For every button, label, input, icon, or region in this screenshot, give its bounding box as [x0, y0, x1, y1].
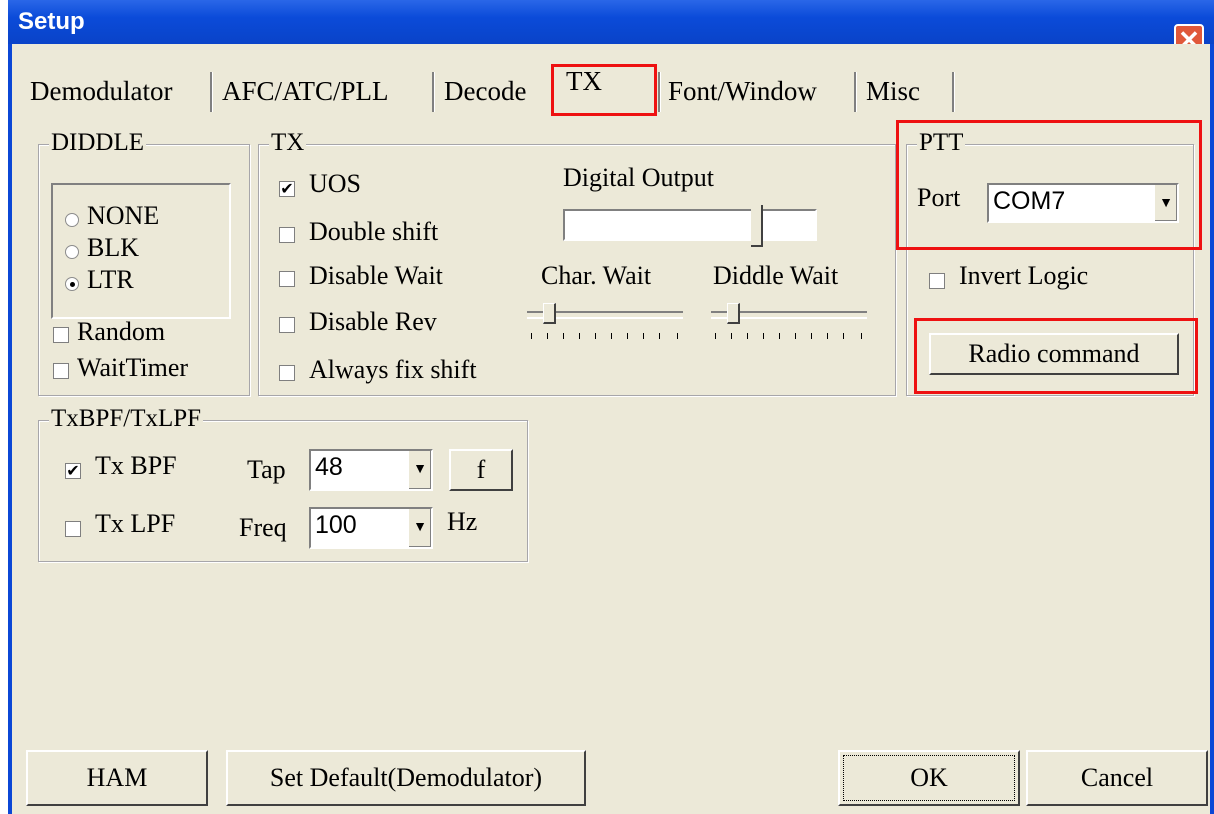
tap-combobox[interactable]: 48 ▼: [309, 449, 433, 491]
diddle-wait-slider-thumb[interactable]: [727, 303, 740, 324]
tx-bpf-checkbox[interactable]: ✔: [65, 463, 81, 479]
digital-output-slider-thumb[interactable]: [751, 205, 763, 247]
tx-lpf-checkbox[interactable]: [65, 521, 81, 537]
tx-bpf-label: Tx BPF: [95, 451, 177, 480]
disable-wait-label: Disable Wait: [309, 261, 443, 290]
digital-output-field[interactable]: [563, 209, 817, 241]
random-label: Random: [77, 317, 166, 346]
chevron-down-icon[interactable]: ▼: [407, 451, 431, 489]
invert-logic-checkbox[interactable]: [929, 273, 945, 289]
diddle-blk-label: BLK: [87, 233, 139, 262]
freq-value: 100: [315, 511, 357, 539]
tap-label: Tap: [247, 455, 286, 484]
digital-output-label: Digital Output: [563, 163, 714, 192]
txbpf-txlpf-group-label: TxBPF/TxLPF: [49, 405, 204, 433]
tab-font-window[interactable]: Font/Window: [668, 70, 817, 112]
diddle-group-label: DIDDLE: [49, 129, 147, 157]
tab-demodulator[interactable]: Demodulator: [30, 70, 172, 112]
invert-logic-label: Invert Logic: [959, 261, 1089, 290]
tab-separator: [658, 72, 661, 112]
waittimer-label: WaitTimer: [77, 353, 189, 382]
uos-checkbox[interactable]: ✔: [279, 181, 295, 197]
hz-label: Hz: [447, 507, 478, 536]
diddle-blk-radio[interactable]: [65, 245, 79, 259]
tab-separator: [210, 72, 213, 112]
radio-command-highlight: [914, 318, 1198, 394]
always-fix-shift-checkbox[interactable]: [279, 365, 295, 381]
tap-value: 48: [315, 453, 343, 481]
freq-label: Freq: [239, 513, 287, 542]
ptt-port-highlight: [896, 120, 1202, 250]
waittimer-checkbox[interactable]: [53, 363, 69, 379]
diddle-ltr-label: LTR: [87, 265, 134, 294]
tab-separator: [432, 72, 435, 112]
double-shift-checkbox[interactable]: [279, 227, 295, 243]
dialog-client: Demodulator AFC/ATC/PLL Decode TX Font/W…: [12, 44, 1210, 814]
window-title: Setup: [18, 8, 85, 35]
set-default-button[interactable]: Set Default(Demodulator): [226, 750, 586, 806]
f-button[interactable]: f: [449, 449, 513, 491]
freq-combobox[interactable]: 100 ▼: [309, 507, 433, 549]
double-shift-label: Double shift: [309, 217, 439, 246]
txbpf-txlpf-group: TxBPF/TxLPF ✔ Tx BPF Tap 48 ▼ f Tx LPF F…: [38, 405, 528, 562]
random-checkbox[interactable]: [53, 327, 69, 343]
tx-group-label: TX: [269, 129, 307, 157]
uos-label: UOS: [309, 169, 362, 198]
diddle-wait-label: Diddle Wait: [713, 261, 839, 290]
diddle-none-label: NONE: [87, 201, 160, 230]
tab-separator: [952, 72, 955, 112]
title-bar[interactable]: Setup: [8, 0, 1214, 44]
ham-button[interactable]: HAM: [26, 750, 208, 806]
tx-group: TX ✔ UOS Double shift Disable Wait Disab…: [258, 129, 896, 396]
chevron-down-icon[interactable]: ▼: [407, 509, 431, 547]
diddle-group: DIDDLE NONE BLK LTR Random WaitTimer: [38, 129, 250, 396]
setup-window: Setup ✕ Demodulator AFC/ATC/PLL Decode T…: [8, 0, 1214, 814]
tab-afc-atc-pll[interactable]: AFC/ATC/PLL: [222, 70, 389, 112]
char-wait-slider-thumb[interactable]: [543, 303, 556, 324]
char-wait-label: Char. Wait: [541, 261, 652, 290]
tab-decode[interactable]: Decode: [444, 70, 526, 112]
cancel-button[interactable]: Cancel: [1026, 750, 1208, 806]
disable-rev-label: Disable Rev: [309, 307, 437, 336]
tx-lpf-label: Tx LPF: [95, 509, 176, 538]
tab-misc[interactable]: Misc: [866, 70, 920, 112]
disable-rev-checkbox[interactable]: [279, 317, 295, 333]
diddle-none-radio[interactable]: [65, 213, 79, 227]
always-fix-shift-label: Always fix shift: [309, 355, 477, 384]
diddle-ltr-radio[interactable]: [65, 277, 79, 291]
diddle-wait-ticks: [715, 333, 865, 339]
tx-tab-highlight: [551, 64, 657, 116]
ok-button[interactable]: OK: [838, 750, 1020, 806]
tab-separator: [854, 72, 857, 112]
char-wait-ticks: [531, 333, 681, 339]
disable-wait-checkbox[interactable]: [279, 271, 295, 287]
